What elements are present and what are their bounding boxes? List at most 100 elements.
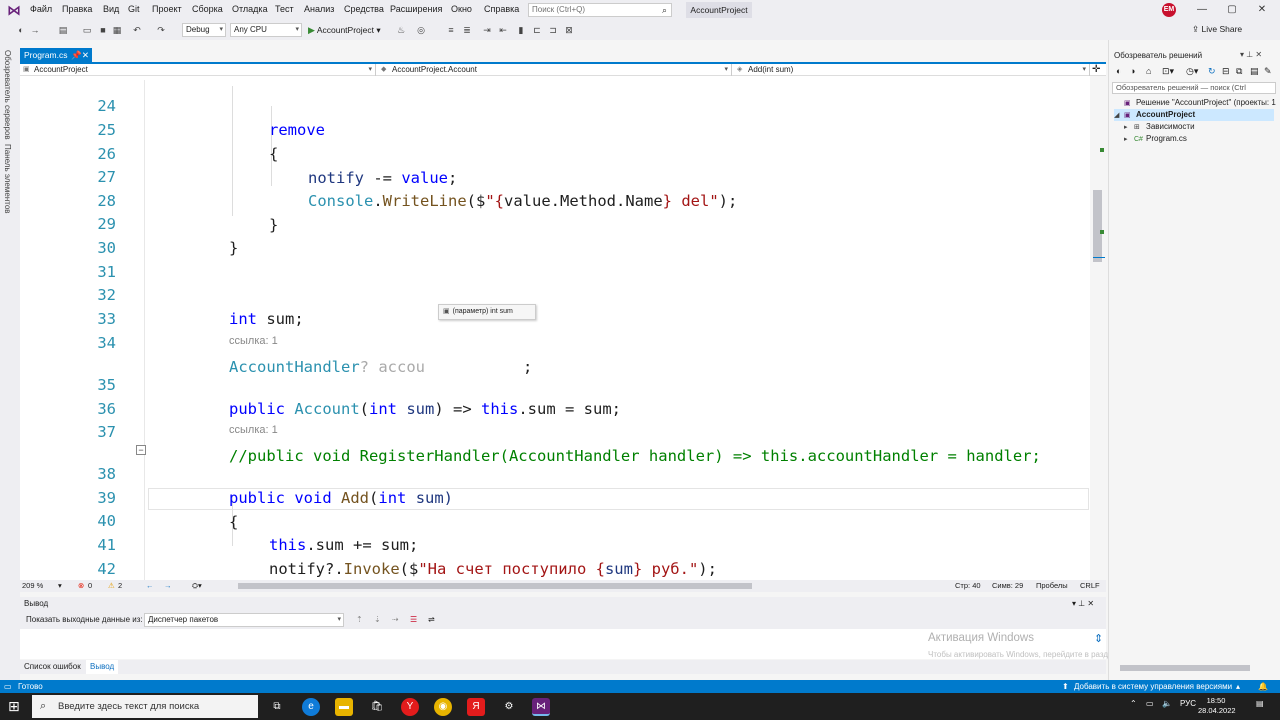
previous-issue-icon[interactable]: ←	[146, 580, 154, 592]
back-icon[interactable]: ◐	[14, 23, 28, 37]
indent-icon[interactable]: ⇥	[480, 23, 494, 37]
tray-overflow-icon[interactable]: ⌃	[1130, 699, 1137, 708]
collapse-region-icon[interactable]: −	[136, 445, 146, 455]
tab-output[interactable]: Вывод	[86, 660, 119, 674]
uncomment-icon[interactable]: ≣	[460, 23, 474, 37]
tab-program-cs[interactable]: Program.cs 📌✕	[20, 48, 92, 62]
yandex-icon[interactable]: Я	[467, 698, 485, 716]
output-scroll-icon[interactable]: ⇕	[1094, 632, 1103, 645]
next-bookmark-icon[interactable]: ⊐	[546, 23, 560, 37]
configuration-select[interactable]: Debug ▾	[182, 23, 226, 37]
menu-tools[interactable]: Средства	[344, 4, 384, 14]
code-cleanup-icon[interactable]: ⛭▾	[192, 580, 202, 592]
clock[interactable]: 18:50 28.04.2022	[1198, 696, 1236, 716]
menu-help[interactable]: Справка	[484, 4, 519, 14]
undo-icon[interactable]: ↶	[130, 23, 144, 37]
maximize-icon[interactable]: ▢	[1222, 2, 1242, 18]
output-source-select[interactable]: Диспетчер пакетов ▾	[144, 613, 344, 627]
start-debugging-button[interactable]: ▶ AccountProject ▾	[308, 23, 381, 37]
menu-analyze[interactable]: Анализ	[304, 4, 334, 14]
keyboard-language[interactable]: РУС	[1180, 699, 1196, 708]
split-editor-icon[interactable]: ✛	[1092, 64, 1100, 76]
hot-reload-icon[interactable]: ♨	[394, 23, 408, 37]
sync-icon[interactable]: ↻	[1208, 66, 1216, 77]
chrome-icon[interactable]: ◉	[434, 698, 452, 716]
add-to-source-control-button[interactable]: Добавить в систему управления версиями	[1074, 680, 1232, 693]
line-indicator[interactable]: Стр: 40	[955, 580, 981, 592]
menu-project[interactable]: Проект	[152, 4, 182, 14]
new-project-icon[interactable]: ▤	[56, 23, 70, 37]
forward-icon[interactable]: →	[28, 23, 42, 37]
code-editor[interactable]: 24 remove 25 { 26 notify -= value; 27 Co…	[20, 76, 1090, 580]
clear-bookmarks-icon[interactable]: ⊠	[562, 23, 576, 37]
collapse-all-icon[interactable]: ⊟	[1222, 66, 1230, 77]
minimize-icon[interactable]: —	[1192, 2, 1212, 18]
chevron-down-icon[interactable]: ◢	[1114, 110, 1124, 122]
menu-debug[interactable]: Отладка	[232, 4, 268, 14]
switch-views-icon[interactable]: ⊡▾	[1162, 66, 1174, 77]
comment-icon[interactable]: ≡	[444, 23, 458, 37]
volume-icon[interactable]: 🔈	[1162, 699, 1172, 708]
panel-menu-icon[interactable]: ▾ ⊥ ✕	[1072, 597, 1094, 611]
menu-build[interactable]: Сборка	[192, 4, 223, 14]
system-app-icon[interactable]: ⚙	[500, 698, 518, 716]
save-all-icon[interactable]: ▦	[110, 23, 124, 37]
menu-extensions[interactable]: Расширения	[390, 4, 442, 14]
action-center-icon[interactable]: ▤	[1256, 699, 1264, 708]
menu-view[interactable]: Вид	[103, 4, 119, 14]
network-icon[interactable]: ▭	[1146, 699, 1154, 708]
error-count[interactable]: 0	[88, 580, 92, 592]
wrench-icon[interactable]: ✎	[1264, 66, 1272, 77]
home-icon[interactable]: ⌂	[1146, 66, 1151, 76]
class-dropdown[interactable]: ◆ AccountProject.Account ▾	[378, 64, 732, 76]
tree-item-dependencies[interactable]: ▸ ⊞ Зависимости	[1124, 121, 1195, 133]
editor-scroll-thumb[interactable]	[1093, 190, 1102, 262]
open-icon[interactable]: ▭	[80, 23, 94, 37]
editor-horizontal-scroll-thumb[interactable]	[238, 583, 752, 589]
server-explorer-tab[interactable]: Обозреватель серверов	[3, 50, 12, 140]
visual-studio-taskbar-icon[interactable]: ⋈	[532, 698, 550, 716]
visual-studio-logo-icon[interactable]: ⋈	[6, 2, 22, 18]
store-icon[interactable]: 🛍	[368, 698, 386, 716]
properties-icon[interactable]: ▤	[1250, 66, 1259, 77]
tree-item-project[interactable]: ◢ ▣ AccountProject	[1114, 109, 1274, 121]
toolbox-tab[interactable]: Панель элементов	[3, 144, 12, 214]
redo-icon[interactable]: ↷	[154, 23, 168, 37]
pending-changes-icon[interactable]: ◷▾	[1186, 66, 1198, 77]
back-icon[interactable]: ◐	[1116, 66, 1121, 76]
bookmark-icon[interactable]: ▮	[514, 23, 528, 37]
search-input[interactable]: Поиск (Ctrl+Q) ⌕	[528, 3, 672, 17]
edge-icon[interactable]: e	[302, 698, 320, 716]
tab-error-list[interactable]: Список ошибок	[20, 660, 85, 674]
panel-options-icon[interactable]: ▾ ⊥ ✕	[1240, 50, 1262, 59]
live-share-button[interactable]: ⇪ Live Share	[1192, 24, 1242, 35]
code-lens-references[interactable]: ссылка: 1	[229, 422, 278, 438]
menu-file[interactable]: Файл	[30, 4, 52, 14]
line-ending-indicator[interactable]: CRLF	[1080, 580, 1100, 592]
project-dropdown[interactable]: ▣ AccountProject ▾	[20, 64, 376, 76]
yandex-browser-icon[interactable]: Y	[401, 698, 419, 716]
forward-icon[interactable]: ◑	[1130, 66, 1135, 76]
outdent-icon[interactable]: ⇤	[496, 23, 510, 37]
avatar[interactable]: EM	[1162, 3, 1176, 17]
prev-bookmark-icon[interactable]: ⊏	[530, 23, 544, 37]
solution-explorer-scroll-thumb[interactable]	[1120, 665, 1250, 671]
next-issue-icon[interactable]: →	[164, 580, 172, 592]
windows-start-icon[interactable]: ⊞	[8, 698, 20, 715]
browse-icon[interactable]: ◎	[414, 23, 428, 37]
taskbar-search-input[interactable]: ⌕ Введите здесь текст для поиска	[32, 695, 258, 718]
menu-window[interactable]: Окно	[451, 4, 472, 14]
close-tab-icon[interactable]: 📌✕	[71, 48, 89, 62]
file-explorer-icon[interactable]: ▬	[335, 698, 353, 716]
task-view-icon[interactable]: ⧉	[268, 698, 286, 716]
close-icon[interactable]: ✕	[1252, 2, 1272, 18]
platform-select[interactable]: Any CPU ▾	[230, 23, 302, 37]
whitespace-indicator[interactable]: Пробелы	[1036, 580, 1068, 592]
word-wrap-icon[interactable]: ⇌	[428, 611, 435, 629]
zoom-level[interactable]: 209 %	[22, 580, 43, 592]
show-all-files-icon[interactable]: ⧉	[1236, 66, 1242, 77]
goto-next-message-icon[interactable]: ⇣	[374, 611, 381, 629]
member-dropdown[interactable]: ◈ Add(int sum) ▾	[734, 64, 1090, 76]
goto-prev-message-icon[interactable]: ⇡	[356, 611, 363, 629]
solution-explorer-search[interactable]: Обозреватель решений — поиск (Ctrl	[1112, 82, 1276, 94]
